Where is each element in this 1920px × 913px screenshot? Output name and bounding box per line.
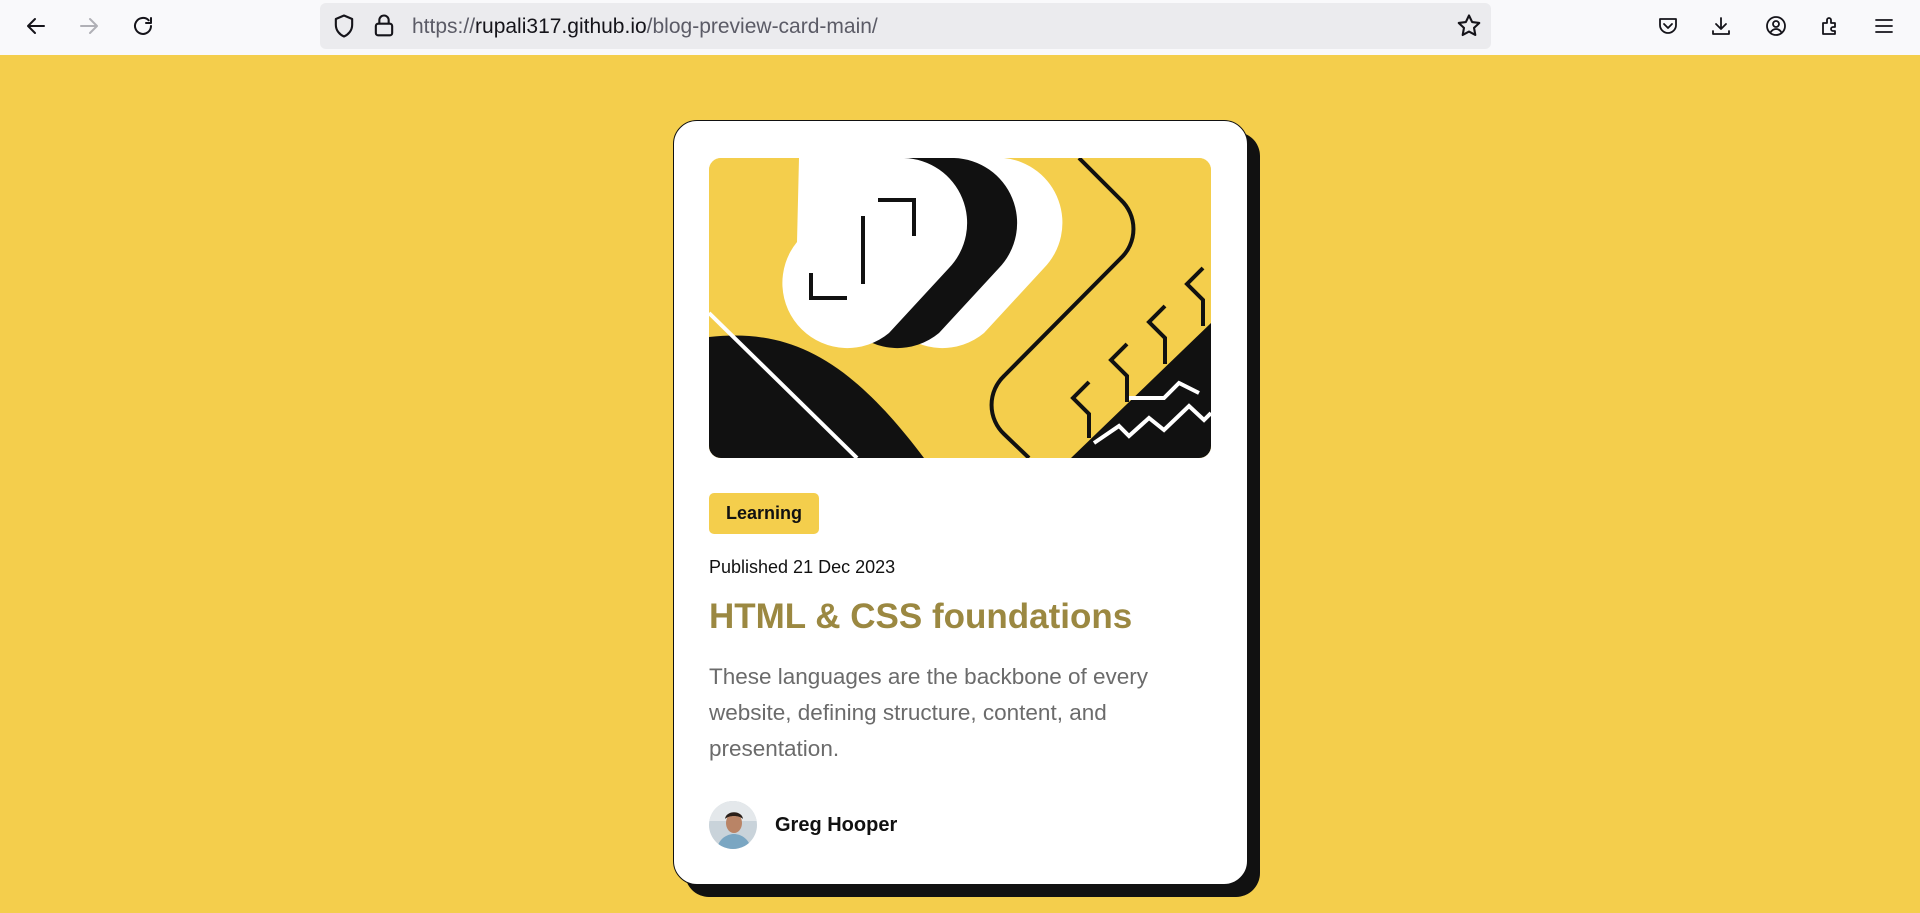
author-name[interactable]: Greg Hooper <box>775 814 897 837</box>
illustration-graphic <box>709 158 1211 458</box>
forward-arrow-icon[interactable] <box>74 11 104 41</box>
url-prefix: https:// <box>412 15 476 38</box>
avatar <box>709 801 757 849</box>
url-host: rupali317.github.io <box>475 15 647 38</box>
account-icon[interactable] <box>1761 11 1791 41</box>
bookmark-star-icon[interactable] <box>1455 12 1483 40</box>
shield-icon[interactable] <box>330 12 358 40</box>
url-path: /blog-preview-card-main/ <box>646 15 878 38</box>
menu-icon[interactable] <box>1869 11 1899 41</box>
reload-icon[interactable] <box>128 11 158 41</box>
article-title[interactable]: HTML & CSS foundations <box>709 597 1132 637</box>
extensions-icon[interactable] <box>1815 11 1845 41</box>
lock-icon[interactable] <box>370 12 398 40</box>
author: Greg Hooper <box>709 801 897 849</box>
pocket-icon[interactable] <box>1653 11 1683 41</box>
article-description: These languages are the backbone of ever… <box>709 664 1149 761</box>
url-text[interactable]: https://rupali317.github.io/blog-preview… <box>412 15 878 39</box>
published-date: Published 21 Dec 2023 <box>709 557 896 577</box>
hero-illustration <box>709 158 1211 458</box>
address-bar[interactable]: https://rupali317.github.io/blog-preview… <box>320 3 1491 49</box>
back-arrow-icon[interactable] <box>21 11 51 41</box>
downloads-icon[interactable] <box>1706 11 1736 41</box>
category-tag: Learning <box>709 493 820 534</box>
browser-toolbar: https://rupali317.github.io/blog-preview… <box>0 0 1920 55</box>
blog-preview-card: Learning Published 21 Dec 2023 HTML & CS… <box>673 120 1248 885</box>
